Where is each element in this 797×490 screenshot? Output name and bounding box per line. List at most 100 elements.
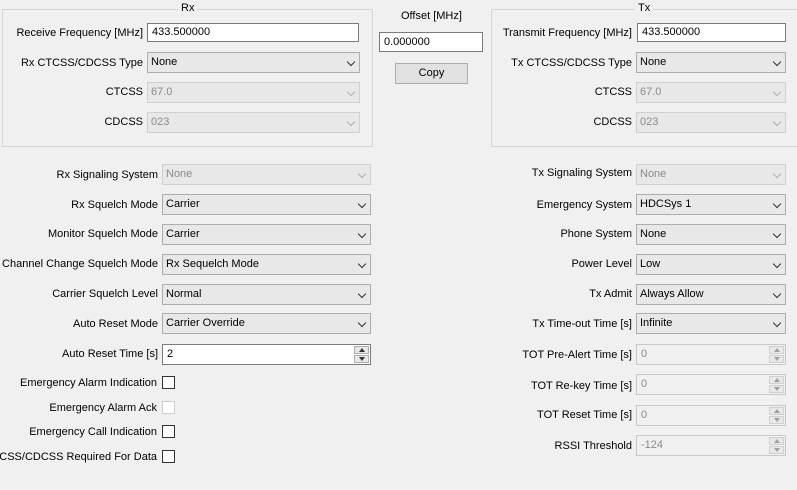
spin-up-button[interactable] <box>769 437 784 445</box>
tx-ctcss-select[interactable]: 67.0 <box>636 82 786 103</box>
transmit-frequency-label: Transmit Frequency [MHz] <box>502 27 632 39</box>
auto-reset-time-label: Auto Reset Time [s] <box>62 348 158 360</box>
carrier-squelch-level-label: Carrier Squelch Level <box>52 288 158 300</box>
transmit-frequency-input[interactable]: 433.500000 <box>637 23 786 42</box>
spin-down-button[interactable] <box>354 355 369 363</box>
chevron-down-icon <box>346 117 356 127</box>
emergency-call-indication-checkbox[interactable] <box>162 425 175 438</box>
spin-down-button[interactable] <box>769 416 784 424</box>
spin-down-button[interactable] <box>769 355 784 363</box>
tot-reset-spinner[interactable]: 0 <box>636 405 786 426</box>
tx-cdcss-value: 023 <box>640 116 659 128</box>
power-level-label: Power Level <box>571 258 632 270</box>
rx-ctcss-type-select[interactable]: None <box>147 52 360 73</box>
tx-ctcss-type-select[interactable]: None <box>636 52 786 73</box>
rx-ctcss-select[interactable]: 67.0 <box>147 82 360 103</box>
offset-label: Offset [MHz] <box>401 10 462 22</box>
tot-rekey-value: 0 <box>641 378 648 390</box>
power-level-value: Low <box>640 258 661 270</box>
phone-system-value: None <box>640 228 667 240</box>
spin-down-button[interactable] <box>769 446 784 454</box>
emergency-system-select[interactable]: HDCSys 1 <box>636 194 786 215</box>
rx-group-title: Rx <box>178 2 198 14</box>
tx-ctcss-label: CTCSS <box>594 86 632 98</box>
tot-rekey-label: TOT Re-key Time [s] <box>530 380 632 392</box>
rssi-threshold-label: RSSI Threshold <box>554 440 632 452</box>
rx-signaling-value: None <box>166 168 193 180</box>
spin-up-button[interactable] <box>769 376 784 384</box>
chevron-down-icon <box>772 117 782 127</box>
rx-squelch-mode-select[interactable]: Carrier <box>162 194 371 215</box>
tot-reset-value: 0 <box>641 409 648 421</box>
chevron-down-icon <box>357 229 367 239</box>
carrier-squelch-level-value: Normal <box>166 288 202 300</box>
carrier-squelch-level-select[interactable]: Normal <box>162 284 371 305</box>
chevron-down-icon <box>772 87 782 97</box>
emergency-alarm-ack-checkbox[interactable] <box>162 401 175 414</box>
rx-squelch-mode-label: Rx Squelch Mode <box>71 199 158 211</box>
phone-system-label: Phone System <box>560 228 632 240</box>
chevron-down-icon <box>346 87 356 97</box>
spin-down-button[interactable] <box>769 385 784 393</box>
tx-cdcss-select[interactable]: 023 <box>636 112 786 133</box>
chevron-down-icon <box>357 169 367 179</box>
emergency-system-label: Emergency System <box>536 199 632 211</box>
arrow-down-icon <box>359 357 365 361</box>
tx-cdcss-label: CDCSS <box>593 116 632 128</box>
rx-cdcss-select[interactable]: 023 <box>147 112 360 133</box>
spin-up-button[interactable] <box>769 346 784 354</box>
chevron-down-icon <box>357 199 367 209</box>
arrow-up-icon <box>774 348 780 352</box>
receive-frequency-input[interactable]: 433.500000 <box>147 23 359 42</box>
channel-change-squelch-value: Rx Sequelch Mode <box>166 258 259 270</box>
rx-cdcss-label: CDCSS <box>104 116 143 128</box>
tot-prealert-spinner[interactable]: 0 <box>636 344 786 365</box>
auto-reset-mode-select[interactable]: Carrier Override <box>162 313 371 334</box>
tx-timeout-value: Infinite <box>640 317 673 329</box>
chevron-down-icon <box>357 259 367 269</box>
chevron-down-icon <box>772 169 782 179</box>
offset-input[interactable]: 0.000000 <box>379 32 483 52</box>
rx-signaling-label: Rx Signaling System <box>56 169 159 181</box>
channel-change-squelch-label: Channel Change Squelch Mode <box>2 258 158 270</box>
phone-system-select[interactable]: None <box>636 224 786 245</box>
tx-signaling-value: None <box>640 168 667 180</box>
emergency-alarm-indication-checkbox[interactable] <box>162 376 175 389</box>
spin-up-button[interactable] <box>769 407 784 415</box>
auto-reset-time-value: 2 <box>167 348 174 360</box>
arrow-down-icon <box>774 387 780 391</box>
receive-frequency-label: Receive Frequency [MHz] <box>16 27 143 39</box>
rssi-threshold-value: -124 <box>641 439 664 451</box>
spin-up-button[interactable] <box>354 346 369 354</box>
arrow-up-icon <box>359 348 365 352</box>
tx-admit-label: Tx Admit <box>589 288 632 300</box>
monitor-squelch-mode-select[interactable]: Carrier <box>162 224 371 245</box>
tx-admit-value: Always Allow <box>640 288 704 300</box>
arrow-up-icon <box>774 439 780 443</box>
tx-signaling-select[interactable]: None <box>636 164 786 185</box>
copy-button[interactable]: Copy <box>395 63 468 84</box>
emergency-alarm-ack-label: Emergency Alarm Ack <box>49 402 157 414</box>
chevron-down-icon <box>772 57 782 67</box>
tot-rekey-spinner[interactable]: 0 <box>636 374 786 395</box>
monitor-squelch-mode-value: Carrier <box>166 228 200 240</box>
tot-prealert-label: TOT Pre-Alert Time [s] <box>522 349 632 361</box>
rx-squelch-mode-value: Carrier <box>166 198 200 210</box>
auto-reset-mode-value: Carrier Override <box>166 317 245 329</box>
emergency-system-value: HDCSys 1 <box>640 198 692 210</box>
rssi-threshold-spinner[interactable]: -124 <box>636 435 786 456</box>
auto-reset-time-spinner[interactable]: 2 <box>162 344 371 365</box>
tx-signaling-label: Tx Signaling System <box>531 167 632 179</box>
chevron-down-icon <box>772 318 782 328</box>
channel-change-squelch-select[interactable]: Rx Sequelch Mode <box>162 254 371 275</box>
rx-cdcss-value: 023 <box>151 116 170 128</box>
tx-admit-select[interactable]: Always Allow <box>636 284 786 305</box>
power-level-select[interactable]: Low <box>636 254 786 275</box>
tx-ctcss-type-value: None <box>640 56 667 68</box>
rx-ctcss-type-label: Rx CTCSS/CDCSS Type <box>20 57 143 69</box>
tx-timeout-select[interactable]: Infinite <box>636 313 786 334</box>
rx-signaling-select[interactable]: None <box>162 164 371 185</box>
emergency-alarm-indication-label: Emergency Alarm Indication <box>20 377 157 389</box>
arrow-up-icon <box>774 378 780 382</box>
ctcss-required-for-data-checkbox[interactable] <box>162 450 175 463</box>
